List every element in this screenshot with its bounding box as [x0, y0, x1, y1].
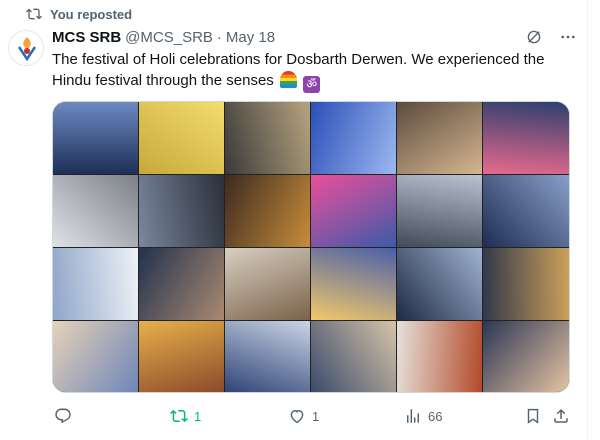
- rainbow-emoji-icon: [279, 71, 297, 88]
- collage-photo-teacher-laptop: [483, 102, 569, 174]
- collage-photo-boy-headphones: [483, 248, 569, 320]
- collage-photo-girl-colored-lights: [483, 175, 569, 247]
- repost-button[interactable]: 1: [170, 407, 201, 425]
- bookmark-icon: [527, 408, 539, 424]
- separator-dot: ·: [216, 28, 222, 46]
- analytics-icon: [407, 409, 419, 423]
- collage-photo-ceremony-tray: [225, 102, 310, 174]
- author-handle[interactable]: @MCS_SRB: [125, 29, 213, 46]
- collage-photo-boy-eating: [53, 175, 138, 247]
- bookmark-button[interactable]: [524, 407, 542, 425]
- author-name[interactable]: MCS SRB: [52, 29, 121, 46]
- more-options-icon[interactable]: [559, 28, 577, 46]
- collage-photo-yellow-paint-tray: [139, 102, 224, 174]
- action-bar: 1 1 66: [52, 402, 572, 430]
- om-emoji-icon: ॐ: [303, 76, 321, 93]
- school-logo-icon: [9, 31, 43, 65]
- collage-photo-pupils-tray-group: [225, 175, 310, 247]
- collage-photo-girl-dark-hair-smile: [139, 321, 224, 392]
- collage-photo-boy-holding-item: [53, 248, 138, 320]
- collage-photo-red-haired-boy-2: [53, 321, 138, 392]
- views-button[interactable]: 66: [404, 407, 442, 425]
- avatar[interactable]: [8, 30, 44, 66]
- post-text: The festival of Holi celebrations for Do…: [52, 49, 577, 93]
- collage-photo-boy-chair: [139, 248, 224, 320]
- reply-icon: [55, 408, 71, 424]
- repost-label: You reposted: [50, 6, 133, 22]
- views-count: 66: [428, 408, 443, 424]
- share-icon: [554, 408, 568, 423]
- collage-photo-blue-topped-pupils: [53, 102, 138, 174]
- repost-action-icon: [170, 409, 188, 423]
- photo-collage[interactable]: [52, 101, 570, 393]
- collage-photo-yellow-paint-tray: [397, 321, 482, 392]
- post-card[interactable]: You reposted MCS SRB @MCS_SRB · May 18 T…: [0, 0, 588, 440]
- reply-button[interactable]: [54, 407, 72, 425]
- collage-photo-girl-with-lights: [139, 175, 224, 247]
- collage-photo-plate-sprinkles: [311, 248, 396, 320]
- repost-count: 1: [194, 408, 202, 424]
- collage-photo-plate-of-food: [225, 248, 310, 320]
- collage-photo-boy-eating-2: [311, 175, 396, 247]
- collage-photo-red-haired-boy: [397, 248, 482, 320]
- collage-photo-girl-glasses-smile: [225, 321, 310, 392]
- repost-indicator[interactable]: You reposted: [26, 6, 132, 22]
- like-button[interactable]: 1: [288, 407, 319, 425]
- collage-photo-children-at-table: [397, 175, 482, 247]
- share-button[interactable]: [552, 407, 570, 425]
- collage-photo-ceremony-tray: [483, 321, 569, 392]
- post-date[interactable]: May 18: [226, 29, 275, 46]
- collage-photo-classroom-table: [397, 102, 482, 174]
- heart-icon: [290, 410, 304, 424]
- collage-photo-blue-topped-pupils: [311, 321, 396, 392]
- like-count: 1: [312, 408, 320, 424]
- collage-photo-colored-powder-hands: [311, 102, 396, 174]
- repost-icon: [26, 8, 42, 20]
- post-header: MCS SRB @MCS_SRB · May 18: [52, 26, 577, 48]
- grok-icon[interactable]: [525, 28, 543, 46]
- post-text-body: The festival of Holi celebrations for Do…: [52, 51, 545, 89]
